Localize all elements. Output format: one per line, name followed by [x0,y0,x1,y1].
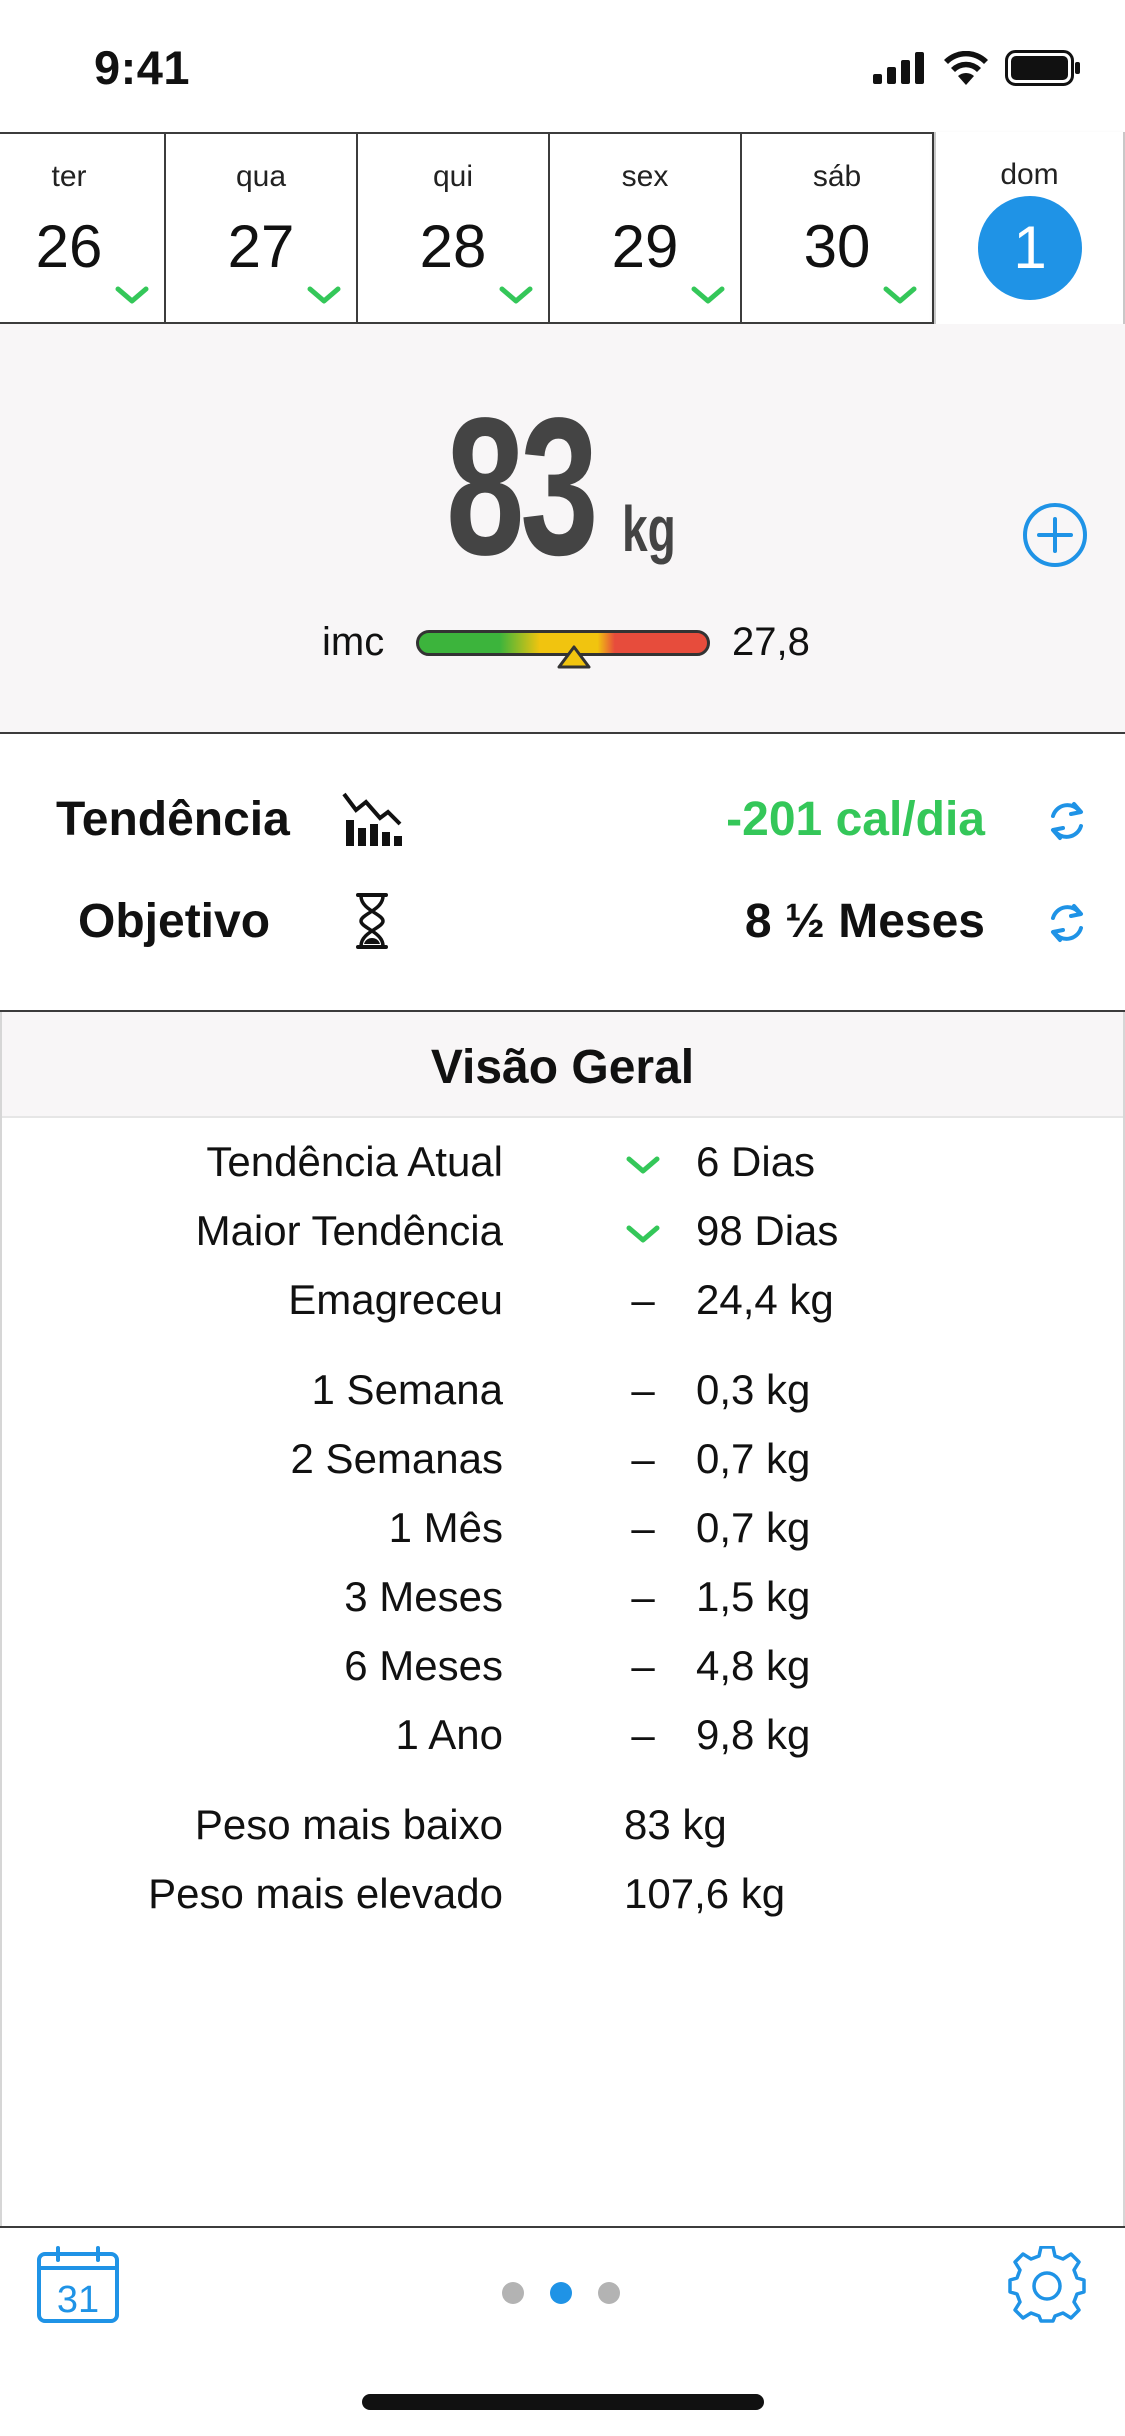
check-icon [307,286,341,304]
selected-day-number: 1 [978,196,1082,300]
row-label: 1 Semana [311,1366,503,1413]
row-label: Maior Tendência [195,1207,503,1254]
row-label: Emagreceu [288,1276,503,1323]
overview-row: 3 Meses – 1,5 kg [2,1573,1123,1633]
row-label: 1 Ano [395,1711,503,1758]
day-name: qui [432,160,474,193]
sync-icon[interactable] [1044,798,1090,844]
day-name: qua [235,160,287,193]
row-label: 2 Semanas [290,1435,503,1482]
row-label: 6 Meses [344,1642,503,1689]
day-sat[interactable]: sáb 30 [742,134,934,324]
day-sun-selected[interactable]: dom 1 [934,132,1125,330]
day-number: 26 [35,213,103,280]
weight-panel: 83 kg imc 27,8 [0,324,1125,734]
wifi-icon [944,51,988,85]
trend-value: -201 cal/dia [726,793,985,846]
row-value: 24,4 kg [696,1276,834,1323]
overview-row: 1 Semana – 0,3 kg [2,1366,1123,1426]
goal-value: 8 ½ Meses [744,895,985,948]
row-label: 3 Meses [344,1573,503,1620]
hourglass-icon [356,893,388,949]
row-mark: – [631,1276,655,1323]
overview-row: 1 Ano – 9,8 kg [2,1711,1123,1771]
check-icon [691,286,725,304]
page-indicator[interactable] [502,2282,620,2304]
overview-row: Emagreceu – 24,4 kg [2,1276,1123,1336]
day-number: 28 [419,213,487,280]
day-name: dom [1000,158,1059,191]
check-icon [624,1138,662,1186]
row-label: 1 Mês [388,1504,503,1551]
row-label: Peso mais baixo [194,1801,503,1848]
day-name: sáb [812,160,862,193]
row-value: 107,6 kg [624,1870,786,1917]
row-mark: – [631,1435,655,1482]
row-value: 6 Dias [696,1138,816,1185]
page-dot[interactable] [502,2282,524,2304]
overview-row: 6 Meses – 4,8 kg [2,1642,1123,1702]
row-value: 0,7 kg [696,1435,811,1482]
overview-title: Visão Geral [430,1041,695,1094]
day-tue[interactable]: ter 26 [0,134,166,324]
imc-value: 27,8 [732,620,810,664]
day-number: 29 [611,213,679,280]
page-dot[interactable] [598,2282,620,2304]
row-value: 98 Dias [696,1207,839,1254]
page-dot-active[interactable] [550,2282,572,2304]
overview-panel: Visão Geral Tendência Atual 6 Dias Maior… [0,1012,1125,2228]
imc-label: imc [322,620,385,664]
row-value: 0,7 kg [696,1504,811,1551]
calendar-icon[interactable]: 31 [36,2246,120,2324]
check-icon [115,286,149,304]
day-name: sex [621,160,669,193]
row-value: 83 kg [624,1801,727,1848]
day-thu[interactable]: qui 28 [358,134,550,324]
check-icon [624,1207,662,1255]
battery-icon [1005,50,1080,86]
check-icon [499,286,533,304]
goal-label: Objetivo [78,895,271,948]
add-circle-icon[interactable] [1022,502,1088,568]
overview-row: Tendência Atual 6 Dias [2,1138,1123,1198]
imc-marker-icon [557,645,591,669]
day-number: 30 [803,213,871,280]
row-value: 0,3 kg [696,1366,811,1413]
trend-panel: Tendência -201 cal/dia Objetivo 8 ½ Mese… [0,734,1125,1012]
overview-header: Visão Geral [2,1012,1123,1118]
row-mark: – [631,1366,655,1413]
status-icons [873,50,1081,86]
gear-icon[interactable] [1008,2246,1086,2324]
overview-row: 1 Mês – 0,7 kg [2,1504,1123,1564]
overview-row: Peso mais baixo 83 kg [2,1801,1123,1861]
signal-icon [873,52,924,84]
row-label: Peso mais elevado [148,1870,503,1917]
trend-label: Tendência [56,793,290,846]
day-wed[interactable]: qua 27 [166,134,358,324]
weight-unit: kg [622,493,676,565]
status-bar: 9:41 [0,0,1125,132]
row-value: 9,8 kg [696,1711,811,1758]
day-fri[interactable]: sex 29 [550,134,742,324]
weight-value[interactable]: 83 [446,374,599,599]
overview-row: 2 Semanas – 0,7 kg [2,1435,1123,1495]
row-mark: – [631,1711,655,1758]
row-value: 4,8 kg [696,1642,811,1689]
row-mark: – [631,1573,655,1620]
calendar-day: 31 [57,2279,99,2321]
overview-row: Peso mais elevado 107,6 kg [2,1870,1123,1930]
sync-icon[interactable] [1044,900,1090,946]
overview-row: Maior Tendência 98 Dias [2,1207,1123,1267]
row-label: Tendência Atual [206,1138,503,1185]
trend-chart-icon [342,792,402,846]
row-value: 1,5 kg [696,1573,811,1620]
home-indicator[interactable] [362,2394,764,2410]
status-time: 9:41 [94,41,191,94]
row-mark: – [631,1504,655,1551]
day-number: 27 [227,213,295,280]
check-icon [883,286,917,304]
row-mark: – [631,1642,655,1689]
day-name: ter [51,160,87,193]
